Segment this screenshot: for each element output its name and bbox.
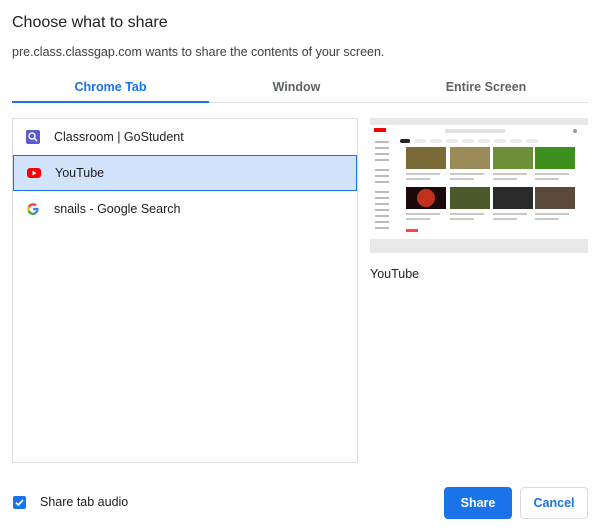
list-item-snails-google-search[interactable]: snails - Google Search <box>13 191 357 227</box>
dialog-title: Choose what to share <box>12 14 168 31</box>
list-item-label: YouTube <box>55 166 105 180</box>
tab-window[interactable]: Window <box>209 74 384 102</box>
tab-list: Classroom | GoStudent YouTube snails - G… <box>12 118 358 463</box>
share-tab-audio-checkbox[interactable] <box>13 495 26 509</box>
tab-entire-screen[interactable]: Entire Screen <box>384 74 588 102</box>
source-tabs: Chrome Tab Window Entire Screen <box>12 74 588 103</box>
list-item-youtube[interactable]: YouTube <box>13 155 357 191</box>
cancel-button[interactable]: Cancel <box>520 487 588 519</box>
google-icon <box>26 202 40 216</box>
checkmark-icon <box>15 498 24 506</box>
dialog-subtitle: pre.class.classgap.com wants to share th… <box>12 45 385 59</box>
tab-chrome-tab[interactable]: Chrome Tab <box>12 74 209 102</box>
list-item-label: Classroom | GoStudent <box>54 130 184 144</box>
youtube-page-thumbnail <box>370 125 588 239</box>
active-tab-indicator <box>12 101 209 103</box>
share-button[interactable]: Share <box>444 487 512 519</box>
share-tab-audio: Share tab audio <box>13 495 128 509</box>
list-item-label: snails - Google Search <box>54 202 181 216</box>
gostudent-icon <box>26 130 40 144</box>
tab-preview <box>370 118 588 253</box>
preview-label: YouTube <box>370 267 420 281</box>
youtube-icon <box>27 166 41 180</box>
preview-thumbnail <box>370 125 588 239</box>
share-tab-audio-label: Share tab audio <box>40 495 129 509</box>
list-item-classroom-gostudent[interactable]: Classroom | GoStudent <box>13 119 357 155</box>
